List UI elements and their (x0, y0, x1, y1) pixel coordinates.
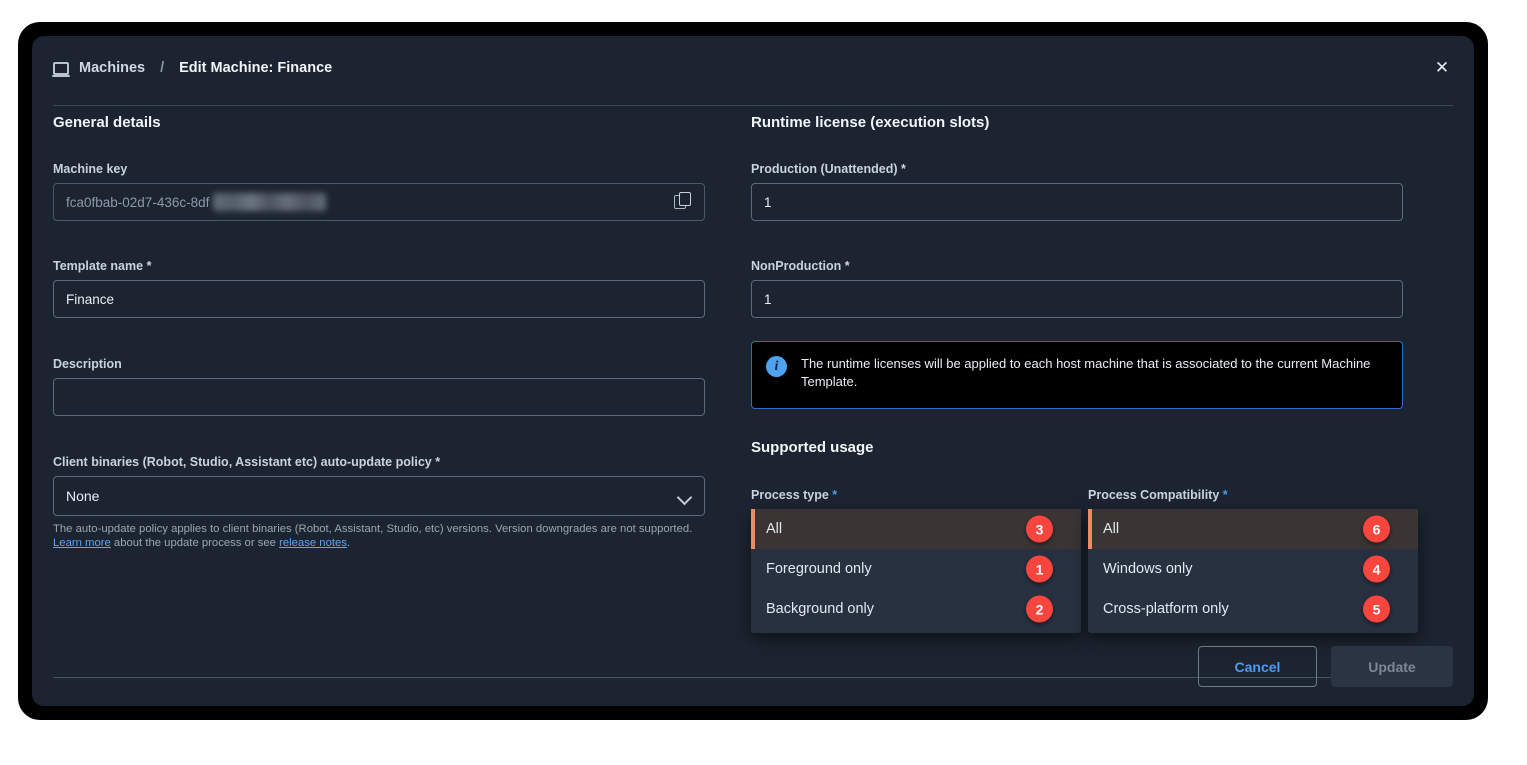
breadcrumb-separator: / (160, 60, 165, 76)
option-label: Cross-platform only (1103, 601, 1229, 617)
runtime-license-info-banner: i The runtime licenses will be applied t… (751, 341, 1403, 409)
required-asterisk: * (435, 455, 441, 469)
process-compatibility-option-all[interactable]: All 6 (1088, 509, 1418, 549)
footer-divider (53, 677, 1390, 678)
required-asterisk: * (146, 259, 152, 273)
machine-key-field-group: Machine key (53, 162, 705, 221)
nonproduction-field-group: NonProduction * (751, 259, 1403, 318)
process-type-option-all[interactable]: All 3 (751, 509, 1081, 549)
option-badge: 1 (1026, 555, 1053, 583)
option-label: Windows only (1103, 561, 1193, 577)
machine-key-input-wrap (53, 183, 705, 221)
description-input[interactable] (53, 378, 705, 416)
template-name-label: Template name * (53, 259, 152, 273)
option-badge: 3 (1026, 515, 1053, 543)
process-type-option-background[interactable]: Background only 2 (751, 589, 1081, 629)
breadcrumb-current: Edit Machine: Finance (179, 60, 333, 76)
dialog-body: General details Machine key T (32, 106, 1474, 706)
machine-key-input[interactable] (53, 183, 705, 221)
process-compatibility-option-windows[interactable]: Windows only 4 (1088, 549, 1418, 589)
nonproduction-input[interactable] (751, 280, 1403, 318)
template-name-input[interactable] (53, 280, 705, 318)
machine-key-redaction (213, 193, 326, 211)
production-field-group: Production (Unattended) * (751, 162, 1403, 221)
close-icon[interactable]: ✕ (1427, 53, 1457, 83)
process-type-label: Process type * (751, 488, 838, 502)
required-asterisk: * (832, 488, 838, 502)
dialog-footer: Cancel Update (1198, 646, 1453, 687)
description-field-group: Description (53, 357, 705, 416)
helper-text-part1: The auto-update policy applies to client… (53, 523, 693, 535)
process-compatibility-option-crossplatform[interactable]: Cross-platform only 5 (1088, 589, 1418, 629)
window-frame: Machines / Edit Machine: Finance ✕ Gener… (18, 22, 1488, 720)
monitor-icon (52, 61, 70, 77)
required-asterisk: * (844, 259, 850, 273)
learn-more-link[interactable]: Learn more (53, 537, 111, 549)
edit-machine-dialog: Machines / Edit Machine: Finance ✕ Gener… (32, 36, 1474, 706)
breadcrumb: Machines / Edit Machine: Finance (52, 60, 333, 77)
breadcrumb-machines-link[interactable]: Machines (79, 60, 145, 76)
option-badge: 2 (1026, 595, 1053, 623)
auto-update-policy-select[interactable]: None (53, 476, 705, 516)
cancel-button[interactable]: Cancel (1198, 646, 1317, 687)
process-compatibility-dropdown[interactable]: All 6 Windows only 4 Cross-platform only… (1088, 509, 1418, 633)
description-label: Description (53, 357, 122, 371)
auto-update-policy-value: None (66, 488, 100, 504)
template-name-field-group: Template name * (53, 259, 705, 318)
process-type-option-foreground[interactable]: Foreground only 1 (751, 549, 1081, 589)
runtime-license-title: Runtime license (execution slots) (751, 114, 990, 131)
production-input[interactable] (751, 183, 1403, 221)
required-asterisk: * (1222, 488, 1228, 502)
option-badge: 4 (1363, 555, 1390, 583)
production-label: Production (Unattended) * (751, 162, 906, 176)
auto-update-policy-group: Client binaries (Robot, Studio, Assistan… (53, 455, 705, 550)
helper-text-part2: about the update process or see (110, 537, 280, 549)
required-asterisk: * (901, 162, 906, 176)
process-compatibility-label: Process Compatibility * (1088, 488, 1228, 502)
option-label: Background only (766, 601, 875, 617)
nonproduction-label: NonProduction * (751, 259, 850, 273)
update-button[interactable]: Update (1331, 646, 1453, 687)
machine-key-label: Machine key (53, 162, 128, 176)
helper-text-part3: . (346, 537, 351, 549)
process-type-dropdown[interactable]: All 3 Foreground only 1 Background only … (751, 509, 1081, 633)
release-notes-link[interactable]: release notes (279, 537, 347, 549)
info-icon: i (766, 356, 787, 377)
supported-usage-title: Supported usage (751, 439, 874, 456)
info-banner-text: The runtime licenses will be applied to … (801, 356, 1371, 389)
general-details-title: General details (53, 114, 161, 131)
dialog-header: Machines / Edit Machine: Finance ✕ (32, 36, 1474, 106)
chevron-down-icon (676, 489, 693, 506)
copy-icon-front (679, 192, 691, 206)
option-badge: 6 (1363, 515, 1390, 543)
copy-icon[interactable] (674, 192, 694, 212)
option-label: Foreground only (766, 561, 872, 577)
auto-update-policy-label: Client binaries (Robot, Studio, Assistan… (53, 455, 441, 469)
auto-update-policy-helper: The auto-update policy applies to client… (53, 522, 693, 550)
option-badge: 5 (1363, 595, 1390, 623)
option-label: All (766, 521, 783, 537)
option-label: All (1103, 521, 1120, 537)
